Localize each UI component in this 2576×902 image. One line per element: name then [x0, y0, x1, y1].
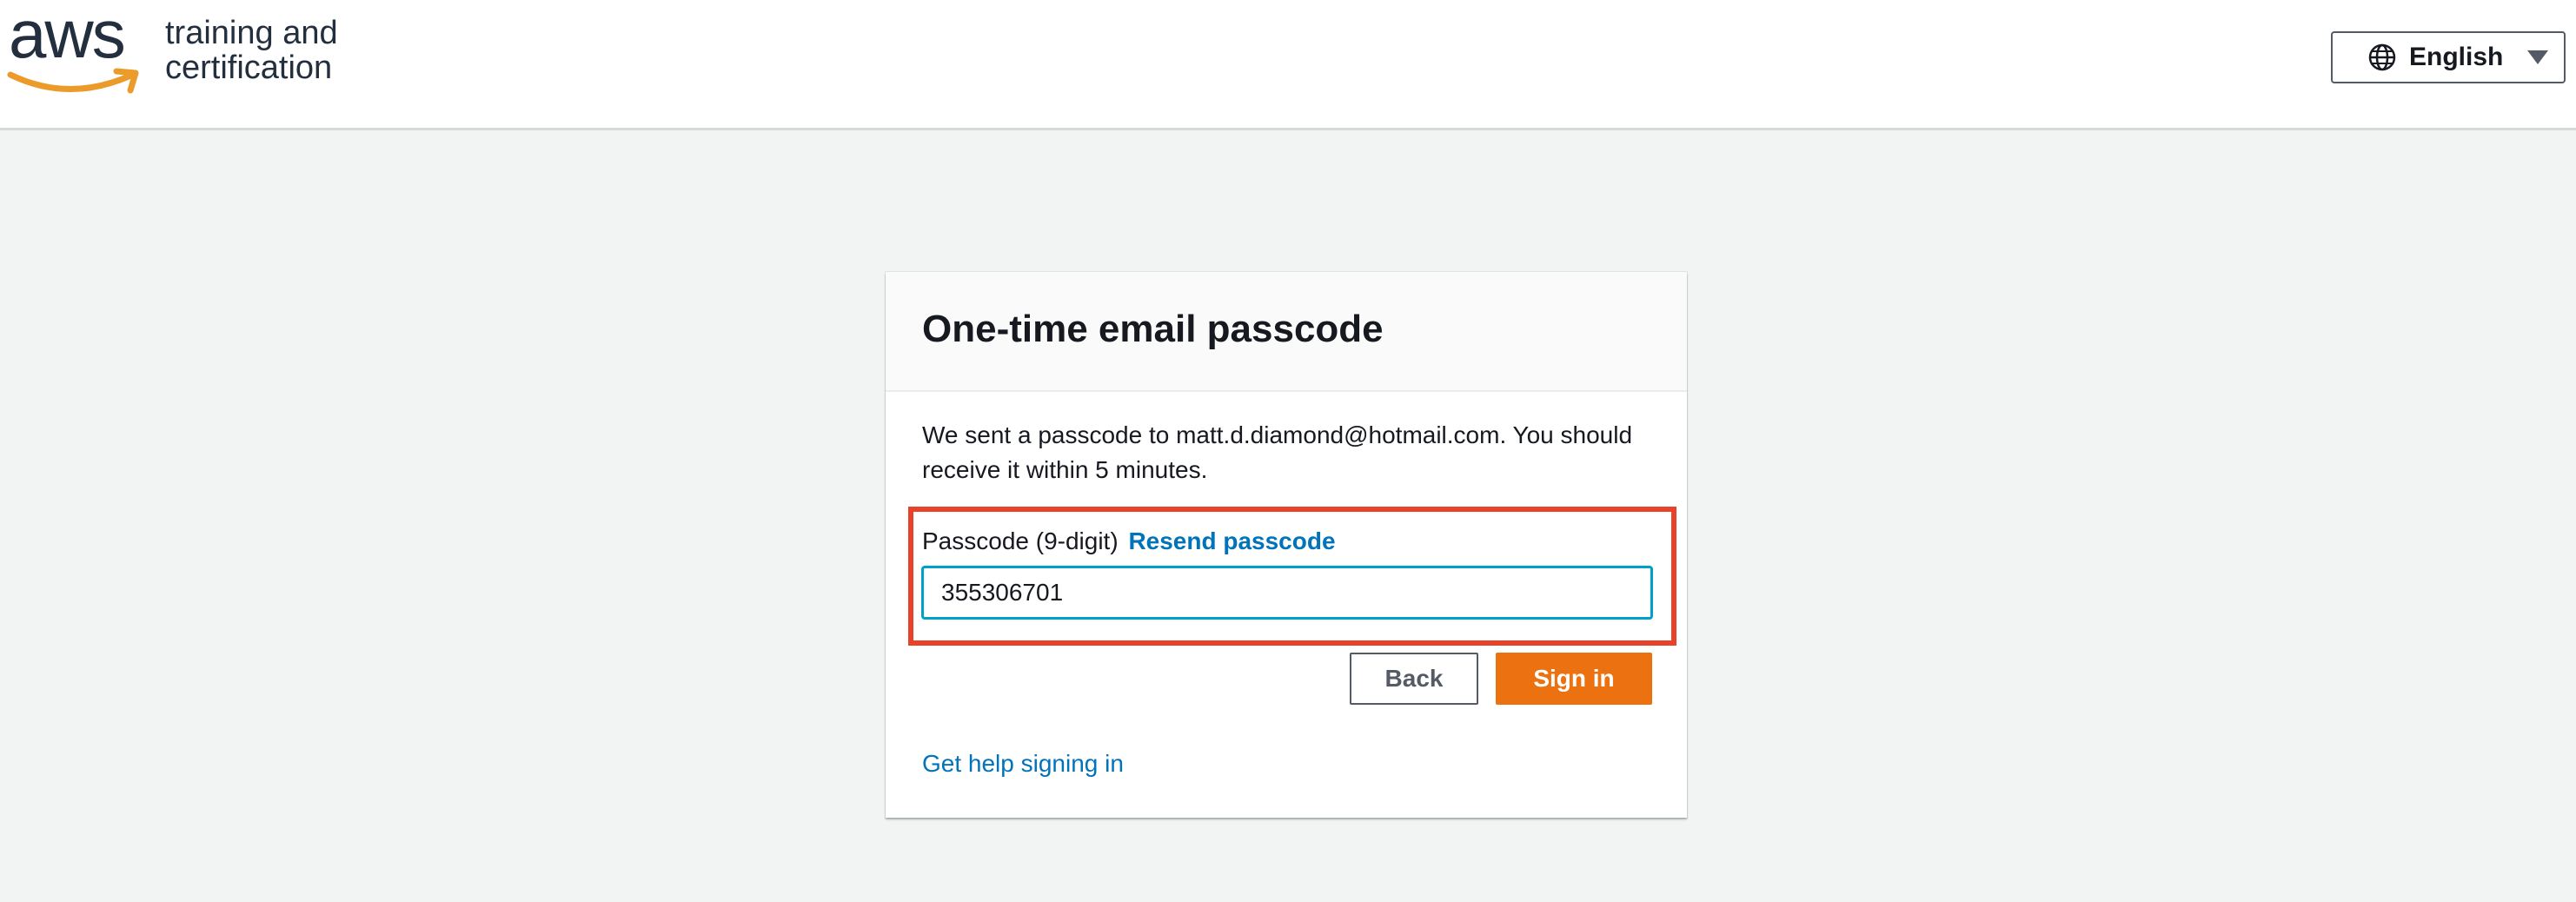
- top-header: aws training and certification English: [0, 0, 2576, 130]
- sign-in-button[interactable]: Sign in: [1496, 653, 1652, 705]
- logo-line-1: training and: [165, 15, 338, 51]
- language-selector-button[interactable]: English: [2331, 31, 2566, 83]
- passcode-input[interactable]: [921, 566, 1653, 620]
- logo-line-2: certification: [165, 50, 333, 86]
- aws-smile-icon: [7, 68, 139, 94]
- passcode-card: One-time email passcode We sent a passco…: [886, 272, 1687, 818]
- aws-logo-mark: aws: [7, 0, 144, 99]
- passcode-field-label-row: Passcode (9-digit) Resend passcode: [922, 524, 1336, 559]
- resend-passcode-link[interactable]: Resend passcode: [1128, 527, 1335, 554]
- caret-down-icon: [2527, 50, 2549, 64]
- aws-training-logo[interactable]: aws training and certification: [7, 0, 338, 99]
- page-title: One-time email passcode: [922, 308, 1384, 350]
- passcode-sent-message: We sent a passcode to matt.d.diamond@hot…: [922, 421, 1633, 483]
- card-header: One-time email passcode: [886, 272, 1687, 392]
- globe-icon: [2368, 43, 2396, 71]
- get-help-signing-in-link[interactable]: Get help signing in: [922, 746, 1124, 781]
- language-label: English: [2409, 43, 2504, 71]
- passcode-label: Passcode (9-digit): [922, 527, 1119, 554]
- back-button[interactable]: Back: [1350, 653, 1478, 705]
- aws-wordmark: aws: [9, 0, 126, 72]
- logo-subtitle: training and certification: [165, 16, 338, 85]
